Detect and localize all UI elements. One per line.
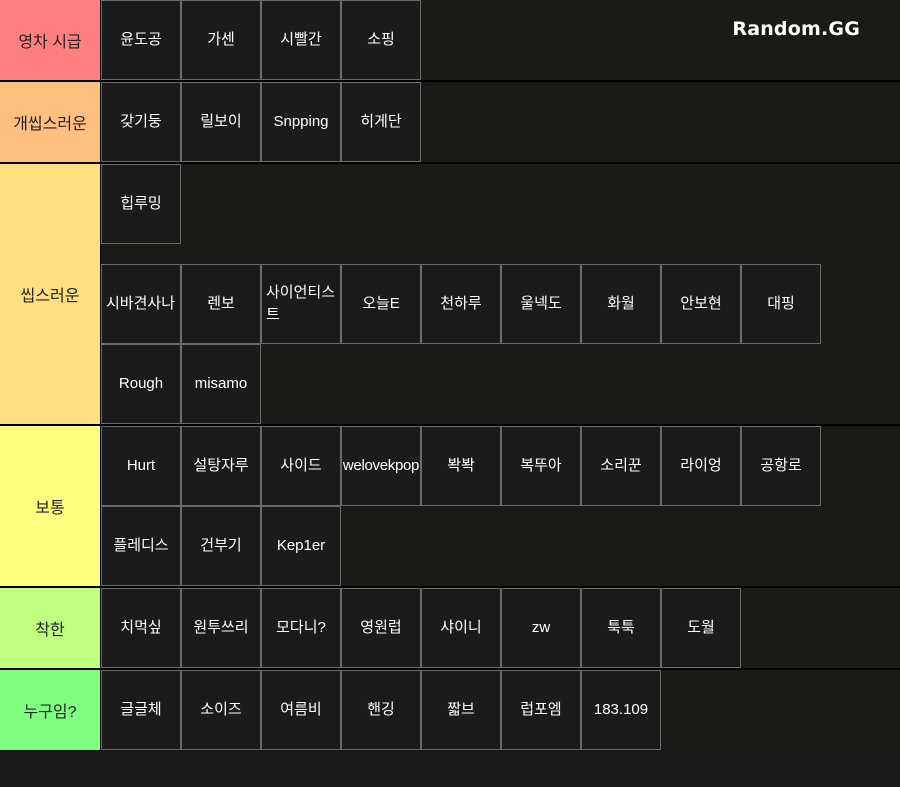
tier-item[interactable]: 도월	[661, 588, 741, 668]
tier-item[interactable]: 핸깅	[341, 670, 421, 750]
tier-item[interactable]: 봑봑	[421, 426, 501, 506]
tier-item[interactable]: 여름비	[261, 670, 341, 750]
tier-row: 영차 시급 윤도공 가센 시빨간 소핑	[0, 0, 900, 82]
tier-item[interactable]: misamo	[181, 344, 261, 424]
tier-item[interactable]: 가센	[181, 0, 261, 80]
tier-items-line: 힙루밍	[101, 164, 900, 244]
tier-item[interactable]: 샤이니	[421, 588, 501, 668]
tier-item[interactable]: 영원럽	[341, 588, 421, 668]
tier-item[interactable]: 글글체	[101, 670, 181, 750]
tier-row: 누구임? 글글체 소이즈 여름비 핸깅 짧브 럽포엠 183.109	[0, 670, 900, 750]
tier-items: 갖기둥 릴보이 Snpping 히게단	[101, 82, 900, 162]
tier-label[interactable]: 보통	[0, 426, 101, 586]
tier-items: 윤도공 가센 시빨간 소핑	[101, 0, 900, 80]
tier-item[interactable]: 대핑	[741, 264, 821, 344]
tier-item[interactable]: welovekpop	[341, 426, 421, 506]
tier-items-line: Rough misamo	[101, 344, 900, 424]
tier-item[interactable]: 원투쓰리	[181, 588, 261, 668]
tier-item[interactable]: 시바견사나	[101, 264, 181, 344]
tier-item[interactable]: 릴보이	[181, 82, 261, 162]
tier-item[interactable]: 툭툭	[581, 588, 661, 668]
brand-logo: Random.GG	[732, 18, 860, 40]
tier-row: 보통 Hurt 설탕자루 사이드 welovekpop 봑봑 복뚜아 소리꾼 라…	[0, 426, 900, 588]
tier-item[interactable]: 힙루밍	[101, 164, 181, 244]
tier-item[interactable]: 오늘E	[341, 264, 421, 344]
tier-item[interactable]: 설탕자루	[181, 426, 261, 506]
tier-item[interactable]: 렌보	[181, 264, 261, 344]
tier-item[interactable]: 시빨간	[261, 0, 341, 80]
tier-item[interactable]: 갖기둥	[101, 82, 181, 162]
tier-row: 착한 치먹싶 원투쓰리 모다니? 영원럽 샤이니 zw 툭툭 도월	[0, 588, 900, 670]
tier-items: 힙루밍 시바견사나 렌보 사이언티스트 오늘E 천하루 울넥도 화월 안보현 대…	[101, 164, 900, 424]
tier-item[interactable]: zw	[501, 588, 581, 668]
tier-label[interactable]: 씹스러운	[0, 164, 101, 424]
tier-item[interactable]: 소이즈	[181, 670, 261, 750]
tier-item[interactable]: 화월	[581, 264, 661, 344]
tier-item[interactable]: 건부기	[181, 506, 261, 586]
tier-item[interactable]: Snpping	[261, 82, 341, 162]
tier-item[interactable]: 소리꾼	[581, 426, 661, 506]
tier-row: 개씹스러운 갖기둥 릴보이 Snpping 히게단	[0, 82, 900, 164]
tier-item[interactable]: Rough	[101, 344, 181, 424]
tier-item[interactable]: 천하루	[421, 264, 501, 344]
tier-item[interactable]: 럽포엠	[501, 670, 581, 750]
tier-item[interactable]: 모다니?	[261, 588, 341, 668]
tier-items: Hurt 설탕자루 사이드 welovekpop 봑봑 복뚜아 소리꾼 라이엉 …	[101, 426, 900, 586]
tier-item[interactable]: Kep1er	[261, 506, 341, 586]
tier-item[interactable]: 183.109	[581, 670, 661, 750]
tier-row: 씹스러운 힙루밍 시바견사나 렌보 사이언티스트 오늘E 천하루 울넥도 화월 …	[0, 164, 900, 426]
tier-label[interactable]: 개씹스러운	[0, 82, 101, 162]
tier-item[interactable]: 라이엉	[661, 426, 741, 506]
tier-item[interactable]: 플레디스	[101, 506, 181, 586]
tier-item[interactable]: 히게단	[341, 82, 421, 162]
tier-items: 글글체 소이즈 여름비 핸깅 짧브 럽포엠 183.109	[101, 670, 900, 750]
tier-item[interactable]: 사이드	[261, 426, 341, 506]
tier-item[interactable]: 짧브	[421, 670, 501, 750]
tier-item[interactable]: 울넥도	[501, 264, 581, 344]
tier-items-line: 시바견사나 렌보 사이언티스트 오늘E 천하루 울넥도 화월 안보현 대핑	[101, 264, 900, 344]
tier-label[interactable]: 누구임?	[0, 670, 101, 750]
tier-label[interactable]: 영차 시급	[0, 0, 101, 80]
tier-item[interactable]: 사이언티스트	[261, 264, 341, 344]
tier-item[interactable]: 복뚜아	[501, 426, 581, 506]
tier-item[interactable]: 윤도공	[101, 0, 181, 80]
tier-items: 치먹싶 원투쓰리 모다니? 영원럽 샤이니 zw 툭툭 도월	[101, 588, 900, 668]
tier-label[interactable]: 착한	[0, 588, 101, 668]
tier-item[interactable]: 소핑	[341, 0, 421, 80]
tier-item[interactable]: 안보현	[661, 264, 741, 344]
tier-list: 영차 시급 윤도공 가센 시빨간 소핑 개씹스러운 갖기둥 릴보이 Snppin…	[0, 0, 900, 750]
tier-item[interactable]: 공항로	[741, 426, 821, 506]
tier-item[interactable]: Hurt	[101, 426, 181, 506]
tier-item[interactable]: 치먹싶	[101, 588, 181, 668]
